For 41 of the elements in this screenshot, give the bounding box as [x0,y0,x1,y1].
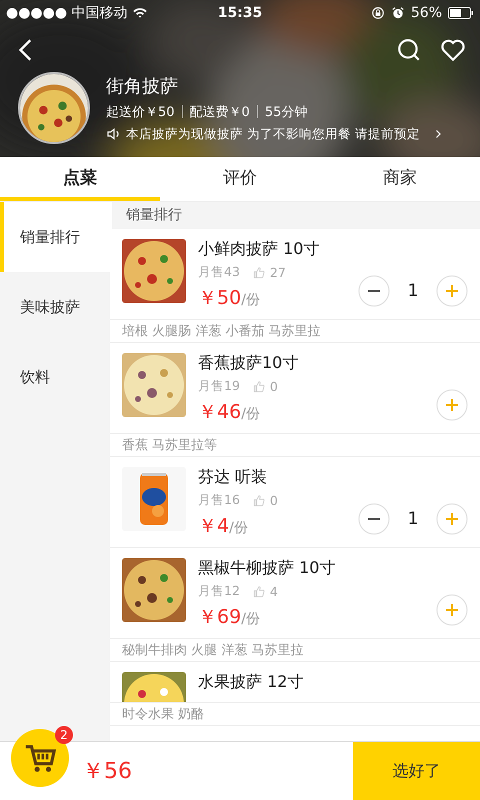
like-count: 0 [270,493,278,508]
price: ￥4 [198,514,230,539]
quantity: 1 [406,509,420,529]
dish-name: 水果披萨 12寸 [198,672,304,693]
monthly-sales: 月售12 [198,583,240,600]
category-item[interactable]: 饮料 [0,342,110,412]
price: ￥69 [198,605,242,630]
price: ￥50 [198,286,242,311]
ingredient-list: 时令水果 奶酪 [110,703,480,726]
monthly-sales: 月售19 [198,378,240,395]
monthly-sales: 月售43 [198,264,240,281]
dish-name: 芬达 听装 [198,467,268,488]
dish-name: 香蕉披萨10寸 [198,353,300,374]
minus-button[interactable] [358,503,390,535]
ingredient-list: 培根 火腿肠 洋葱 小番茄 马苏里拉 [110,320,480,343]
thumbs-up-icon [252,584,266,598]
dish-name: 黑椒牛柳披萨 10寸 [198,558,336,579]
monthly-sales: 月售16 [198,492,240,509]
minus-button[interactable] [358,275,390,307]
category-item[interactable]: 销量排行 [0,202,110,272]
price: ￥46 [198,400,242,425]
ingredient-list: 秘制牛排肉 火腿 洋葱 马苏里拉 [110,639,480,662]
ingredient-list: 香蕉 马苏里拉等 [110,434,480,457]
dish-name: 小鲜肉披萨 10寸 [198,239,320,260]
quantity: 1 [406,281,420,301]
price-unit: /份 [241,405,260,423]
tab[interactable]: 评价 [160,157,320,201]
thumbs-up-icon [252,380,266,394]
like-count: 27 [270,265,286,280]
price-unit: /份 [229,519,248,537]
thumbs-up-icon [252,266,266,280]
category-item[interactable]: 美味披萨 [0,272,110,342]
cart-total: ￥56 [82,758,132,786]
like-count: 4 [270,584,278,599]
price-unit: /份 [241,291,260,309]
price-unit: /份 [241,610,260,628]
section-header: 销量排行 [112,202,480,229]
checkout-button[interactable]: 选好了 [353,742,480,800]
thumbs-up-icon [252,494,266,508]
tab[interactable]: 商家 [320,157,480,201]
like-count: 0 [270,379,278,394]
